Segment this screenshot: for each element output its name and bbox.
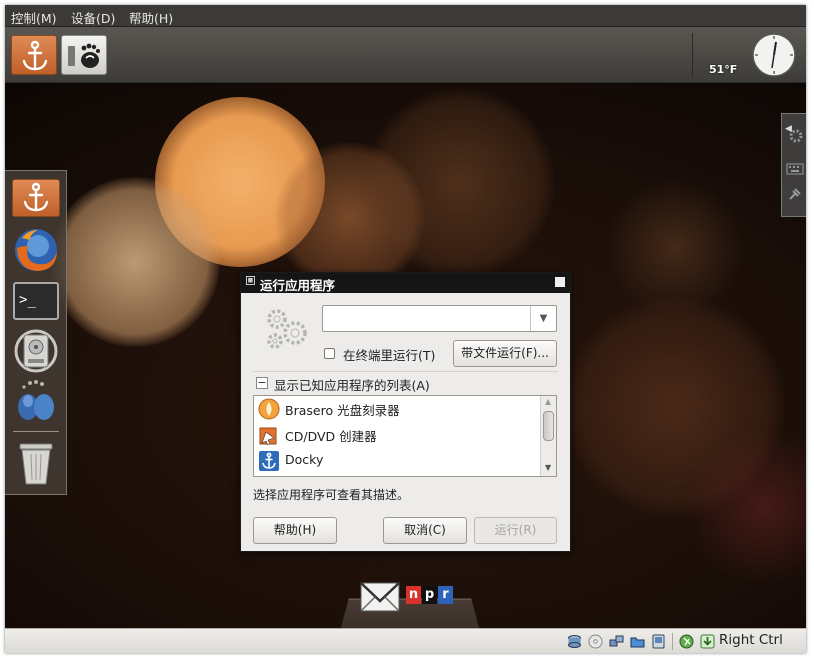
window-menu-icon[interactable]: ◼ xyxy=(246,276,255,285)
dialog-body: ▼ 在终端里运行(T) 带文件运行(F)... − 显示已知应用程序的列表(A)… xyxy=(241,293,570,551)
docky-icon xyxy=(259,451,279,471)
chevron-down-icon[interactable]: ▼ xyxy=(530,306,556,331)
side-applet-bar: ◀ xyxy=(781,113,806,217)
dock-item-disk-utility[interactable] xyxy=(12,329,60,373)
menu-control[interactable]: 控制(M) xyxy=(11,8,57,27)
brasero-icon xyxy=(258,398,280,420)
dock-item-firefox[interactable] xyxy=(12,226,60,271)
terminal-icon: >_ xyxy=(13,282,59,320)
run-button[interactable]: 运行(R) xyxy=(474,517,557,544)
shared-folder-icon[interactable] xyxy=(630,634,645,649)
weather-applet[interactable]: 51°F xyxy=(699,33,743,79)
command-combobox[interactable]: ▼ xyxy=(322,305,557,332)
trash-icon xyxy=(19,443,53,485)
wallpaper-bokeh xyxy=(50,177,220,347)
gear-icon[interactable] xyxy=(788,128,804,144)
vm-menubar: 控制(M) 设备(D) 帮助(H) xyxy=(5,5,806,27)
run-application-dialog: ◼ 运行应用程序 ▼ 在终端里运行(T) 带文件运行(F)... − 显示已知应… xyxy=(240,272,571,552)
plug-icon[interactable] xyxy=(787,186,803,202)
app-name: CD/DVD 创建器 xyxy=(285,429,377,444)
vm-statusbar: Right Ctrl xyxy=(5,628,806,653)
dock-item-terminal[interactable]: >_ xyxy=(12,281,60,325)
scrollbar-thumb[interactable] xyxy=(543,411,554,441)
anchor-icon xyxy=(22,40,48,71)
dialog-titlebar[interactable]: ◼ 运行应用程序 xyxy=(241,273,570,293)
npr-letter: p xyxy=(422,586,437,604)
dialog-title: 运行应用程序 xyxy=(260,278,336,293)
app-description: 选择应用程序可查看其描述。 xyxy=(253,488,410,502)
expander-label[interactable]: 显示已知应用程序的列表(A) xyxy=(274,375,430,394)
clock-applet[interactable] xyxy=(751,32,797,78)
docky-launcher[interactable] xyxy=(11,35,57,75)
help-button[interactable]: 帮助(H) xyxy=(253,517,337,544)
arrow-down-icon[interactable] xyxy=(700,634,715,649)
npr-icon: n p r xyxy=(406,586,454,604)
docky-dock: >_ xyxy=(5,170,67,495)
wallpaper-bokeh xyxy=(605,177,745,317)
terminal-checkbox-label[interactable]: 在终端里运行(T) xyxy=(343,345,435,364)
npr-letter: r xyxy=(438,586,453,604)
list-scrollbar[interactable]: ▲ ▼ xyxy=(540,396,556,476)
npr-letter: n xyxy=(406,586,421,604)
maximize-icon[interactable] xyxy=(555,277,565,287)
firefox-icon xyxy=(15,229,57,271)
statusbar-separator xyxy=(672,633,673,650)
app-name: Brasero 光盘刻录器 xyxy=(285,403,400,418)
virtualbox-window: 控制(M) 设备(D) 帮助(H) 51°F ◀ >_ ◼ 运行应用程序 ▼ 在… xyxy=(5,5,806,653)
network-icon[interactable] xyxy=(609,634,624,649)
cancel-button[interactable]: 取消(C) xyxy=(383,517,467,544)
mail-icon xyxy=(360,582,400,612)
terminal-checkbox[interactable] xyxy=(324,348,335,359)
app-name: Docky xyxy=(285,452,324,467)
temperature-label: 51°F xyxy=(709,63,738,76)
gnome-foot-launcher[interactable] xyxy=(61,35,107,75)
wallpaper-bokeh xyxy=(365,87,555,277)
pidgin-icon xyxy=(18,380,54,420)
scroll-up-icon[interactable]: ▲ xyxy=(545,397,551,406)
known-apps-list[interactable]: Brasero 光盘刻录器 CD/DVD 创建器 Docky ▲ ▼ xyxy=(253,395,557,477)
command-input[interactable] xyxy=(326,309,526,328)
dock-item-trash[interactable] xyxy=(12,438,60,485)
list-item[interactable]: Docky xyxy=(254,448,540,474)
gnome-foot-icon xyxy=(68,43,100,68)
scroll-down-icon[interactable]: ▼ xyxy=(545,463,551,472)
host-key-label: Right Ctrl xyxy=(719,632,783,648)
dock-separator xyxy=(13,431,59,432)
bottom-dock-item-mail[interactable] xyxy=(357,579,403,615)
keyboard-icon[interactable] xyxy=(786,162,804,176)
clock-icon xyxy=(752,33,796,77)
disk-utility-icon xyxy=(14,329,58,373)
panel-separator xyxy=(692,33,693,77)
hard-disk-icon[interactable] xyxy=(567,634,582,649)
cd-icon[interactable] xyxy=(588,634,603,649)
anchor-icon xyxy=(23,182,49,212)
mouse-integration-icon[interactable] xyxy=(679,634,694,649)
list-item[interactable]: Brasero 光盘刻录器 xyxy=(254,396,540,422)
display-icon[interactable] xyxy=(651,634,666,649)
top-panel: 51°F xyxy=(5,27,806,83)
list-item[interactable]: CD/DVD 创建器 xyxy=(254,422,540,448)
svg-text:>_: >_ xyxy=(19,292,36,308)
gears-icon xyxy=(267,309,307,349)
menu-help[interactable]: 帮助(H) xyxy=(129,8,173,27)
run-with-file-button[interactable]: 带文件运行(F)... xyxy=(453,340,557,367)
guest-desktop[interactable]: 51°F ◀ >_ ◼ 运行应用程序 ▼ 在终端里运行(T) 带文件运行(F).… xyxy=(5,27,806,628)
bottom-dock-item-npr[interactable]: n p r xyxy=(406,586,454,604)
menu-devices[interactable]: 设备(D) xyxy=(71,8,115,27)
cd-dvd-creator-icon xyxy=(259,427,277,446)
expander-toggle-icon[interactable]: − xyxy=(256,377,268,389)
dock-item-docky[interactable] xyxy=(12,179,60,217)
divider xyxy=(253,371,558,372)
dock-item-pidgin[interactable] xyxy=(12,379,60,423)
